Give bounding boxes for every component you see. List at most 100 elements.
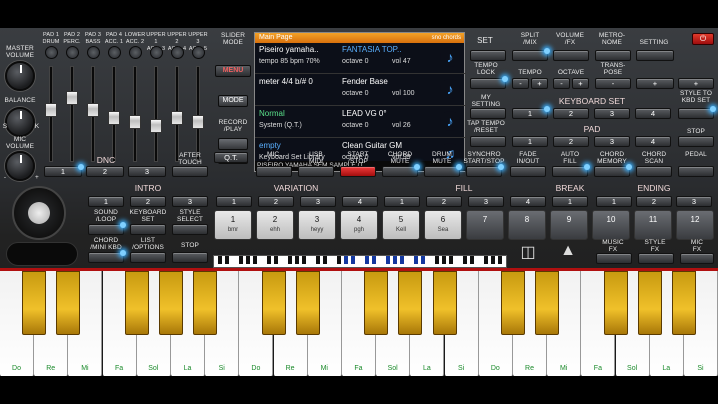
fill-1[interactable]: 1 <box>384 196 420 207</box>
dnc-2[interactable]: 2 <box>86 166 124 177</box>
pad-4[interactable]: 4 <box>635 136 671 147</box>
black-key[interactable] <box>193 271 218 335</box>
black-key[interactable] <box>672 271 696 335</box>
black-key[interactable] <box>295 271 320 335</box>
balance-knob[interactable] <box>5 107 35 137</box>
tempo-minus-button[interactable]: - <box>512 78 529 89</box>
chord-mute-button[interactable] <box>382 164 420 177</box>
display-row[interactable]: Piseiro yamaha.. tempo 85 bpm 70% FANTASIA… <box>255 43 466 74</box>
style-to-kbd-button[interactable] <box>678 106 716 119</box>
break-1[interactable]: 1 <box>552 196 588 207</box>
record-play-button[interactable] <box>218 138 248 150</box>
mini-keyboard[interactable] <box>213 255 507 268</box>
music-note-icon[interactable]: ♪ <box>440 79 460 99</box>
fader-6[interactable] <box>150 119 162 134</box>
style-pad-12[interactable]: 12 <box>676 210 714 240</box>
variation-2[interactable]: 2 <box>258 196 294 207</box>
pad-button-3[interactable] <box>87 46 100 59</box>
style-fx-button[interactable] <box>638 253 674 264</box>
black-key[interactable] <box>637 271 662 335</box>
transpose-plus-button[interactable]: + <box>636 78 674 89</box>
tap-tempo-button[interactable] <box>470 136 506 147</box>
style-pad-6[interactable]: 6 Sea <box>424 210 462 240</box>
variation-1[interactable]: 1 <box>216 196 252 207</box>
fader-5[interactable] <box>129 115 141 130</box>
after-touch-button[interactable] <box>172 166 208 177</box>
style-select-button[interactable] <box>172 224 208 235</box>
sound-loop-button[interactable] <box>88 222 126 235</box>
black-key[interactable] <box>535 271 560 335</box>
black-key[interactable] <box>432 271 457 335</box>
display-row[interactable]: Normal System (Q.T.) LEAD VG 0° octave 0 vol… <box>255 107 466 138</box>
volume-fx-button[interactable] <box>553 50 589 61</box>
display-row[interactable]: meter 4/4 b/# 0 Fender Base octave 0 vol 10… <box>255 75 466 106</box>
style-stop-button[interactable] <box>172 252 208 263</box>
keyboard-set-4[interactable]: 4 <box>635 108 671 119</box>
metronome-button[interactable] <box>595 50 631 61</box>
black-key[interactable] <box>501 271 525 335</box>
intro-2[interactable]: 2 <box>130 196 166 207</box>
octave-plus-button[interactable]: + <box>572 78 589 89</box>
pad-button-6[interactable] <box>150 46 163 59</box>
black-key[interactable] <box>159 271 183 335</box>
intro-3[interactable]: 3 <box>172 196 208 207</box>
pad-3[interactable]: 3 <box>594 136 630 147</box>
pad-1[interactable]: 1 <box>512 136 548 147</box>
menu-button[interactable]: MENU <box>215 65 251 77</box>
mode-button[interactable]: MODE <box>218 95 248 107</box>
fader-4[interactable] <box>108 111 120 126</box>
pad-button-2[interactable] <box>66 46 79 59</box>
pitch-wheel[interactable] <box>6 242 78 266</box>
master-volume-knob[interactable] <box>5 61 35 91</box>
black-key[interactable] <box>124 271 149 335</box>
synchro-button[interactable] <box>466 164 504 177</box>
music-note-icon[interactable]: ♪ <box>440 111 460 131</box>
mic-fx-button[interactable] <box>680 253 714 264</box>
black-key[interactable] <box>364 271 389 335</box>
fade-button[interactable] <box>510 166 546 177</box>
drum-mute-button[interactable] <box>424 164 462 177</box>
split-mix-button[interactable] <box>512 48 550 61</box>
pedal-button[interactable] <box>678 166 714 177</box>
fader-7[interactable] <box>171 111 183 126</box>
pad-button-7[interactable] <box>171 46 184 59</box>
keyboard-set-1[interactable]: 1 <box>512 106 550 119</box>
style-pad-2[interactable]: 2 ehh <box>256 210 294 240</box>
tempo-lock-button[interactable] <box>470 76 508 89</box>
black-key[interactable] <box>398 271 423 335</box>
music-fx-button[interactable] <box>596 253 632 264</box>
style-pad-9[interactable]: 9 <box>550 210 588 240</box>
style-pad-4[interactable]: 4 pgh <box>340 210 378 240</box>
chord-memory-button[interactable] <box>594 164 632 177</box>
mic-button[interactable] <box>256 166 292 177</box>
fader-8[interactable] <box>192 115 204 130</box>
black-key[interactable] <box>261 271 286 335</box>
style-pad-11[interactable]: 11 <box>634 210 672 240</box>
dnc-3[interactable]: 3 <box>128 166 166 177</box>
style-pad-3[interactable]: 3 heyy <box>298 210 336 240</box>
style-pad-7[interactable]: 7 <box>466 210 504 240</box>
setting-button[interactable] <box>636 50 674 61</box>
fader-3[interactable] <box>87 102 99 117</box>
pad-button-8[interactable] <box>192 46 205 59</box>
my-setting-button[interactable] <box>470 108 506 119</box>
pad-button-4[interactable] <box>108 46 121 59</box>
ending-2[interactable]: 2 <box>636 196 672 207</box>
list-options-button[interactable] <box>130 252 166 263</box>
octave-minus-button[interactable]: - <box>553 78 570 89</box>
ending-1[interactable]: 1 <box>596 196 632 207</box>
pad-button-1[interactable] <box>45 46 58 59</box>
transpose-minus-button[interactable]: - <box>595 78 631 89</box>
keyboard-set-button[interactable] <box>130 224 166 235</box>
start-stop-button[interactable] <box>340 166 376 177</box>
pad-stop-button[interactable] <box>678 136 714 147</box>
chord-mini-kbd-button[interactable] <box>88 250 126 263</box>
mic-volume-knob[interactable] <box>5 151 35 181</box>
keyboard-set-2[interactable]: 2 <box>553 108 589 119</box>
qt-lower-button[interactable]: Q.T. <box>214 152 248 163</box>
chord-icon[interactable]: ◫ <box>510 242 546 266</box>
fill-4[interactable]: 4 <box>510 196 546 207</box>
chord-scan-button[interactable] <box>636 166 672 177</box>
style-pad-8[interactable]: 8 <box>508 210 546 240</box>
dnc-1[interactable]: 1 <box>44 164 84 177</box>
